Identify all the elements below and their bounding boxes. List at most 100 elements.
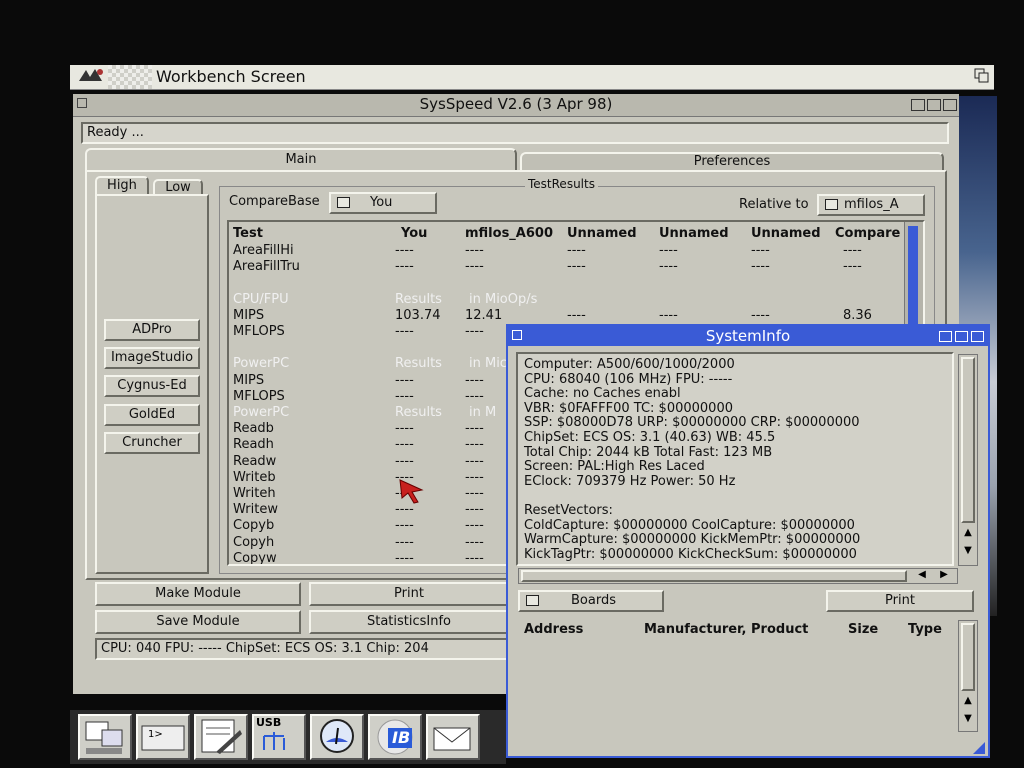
tab-preferences[interactable]: Preferences (520, 152, 944, 172)
screen-depth-gadget-icon[interactable] (974, 68, 990, 84)
resize-handle-icon[interactable] (972, 740, 986, 754)
systeminfo-zoom-icon[interactable] (939, 331, 952, 342)
table-cell-you: ---- (395, 372, 414, 388)
table-cell-c1: ---- (465, 421, 484, 437)
boards-up-arrow-icon[interactable]: ▲ (961, 695, 975, 706)
table-cell-c2: ---- (567, 243, 586, 258)
table-cell-c4: ---- (751, 259, 770, 275)
table-cell-c2: ---- (567, 259, 586, 275)
systeminfo-line (524, 489, 946, 504)
zoom-gadget-icon[interactable] (911, 99, 925, 111)
systeminfo-vscroll-knob[interactable] (961, 357, 975, 523)
imagestudio-button[interactable]: ImageStudio (104, 347, 200, 369)
table-cell-you: 103.74 (395, 307, 441, 323)
table-cell-test: Readh (233, 437, 274, 453)
golded-button[interactable]: GoldEd (104, 404, 200, 426)
table-cell-c2: ---- (567, 307, 586, 323)
workbench-icon[interactable] (78, 714, 132, 760)
table-cell-you: Results (395, 356, 442, 372)
table-row[interactable]: MIPS 103.74 12.41 ---- ---- ---- 8.36 (229, 307, 909, 324)
screen-title: Workbench Screen (156, 67, 306, 86)
systeminfo-hscrollbar[interactable]: ◀ ▶ (518, 568, 958, 584)
table-cell-c1: ---- (465, 243, 484, 258)
shell-icon[interactable]: 1> (136, 714, 190, 760)
systeminfo-print-button[interactable]: Print (826, 590, 974, 612)
status-field: Ready ... (81, 122, 949, 144)
footer-info: CPU: 040 FPU: ----- ChipSet: ECS OS: 3.1… (95, 638, 515, 660)
relative-to-cycle[interactable]: mfilos_A (817, 194, 925, 216)
tab-main[interactable]: Main (85, 148, 517, 172)
table-row[interactable] (229, 276, 909, 291)
scroll-up-arrow-icon[interactable]: ▲ (961, 527, 975, 543)
tab-main-label: Main (285, 152, 317, 167)
table-row[interactable]: AreaFillHi ---- ---- ---- ---- ---- ---- (229, 244, 909, 259)
depth-gadget-2-icon[interactable] (943, 99, 957, 111)
subtab-low-label: Low (165, 180, 191, 195)
table-cell-test: Copyb (233, 518, 275, 534)
ibrowse-icon[interactable]: IB (368, 714, 422, 760)
boards-down-arrow-icon[interactable]: ▼ (961, 713, 975, 724)
boards-vscrollbar[interactable]: ▲ ▼ (958, 620, 978, 732)
col-compare: Compare (835, 226, 901, 241)
scroll-right-arrow-icon[interactable]: ▶ (935, 569, 953, 580)
adpro-button[interactable]: ADPro (104, 319, 200, 341)
amiga-boing-icon (76, 67, 106, 85)
systeminfo-titlebar[interactable]: SystemInfo (508, 326, 988, 346)
table-cell-test: PowerPC (233, 356, 290, 372)
table-cell-c4: ---- (751, 307, 770, 323)
print-button[interactable]: Print (309, 582, 509, 606)
cruncher-button[interactable]: Cruncher (104, 432, 200, 454)
compare-base-cycle[interactable]: You (329, 192, 437, 214)
systeminfo-depth-icon[interactable] (955, 331, 968, 342)
statistics-info-button[interactable]: StatisticsInfo (309, 610, 509, 634)
table-cell-cmp: ---- (843, 243, 862, 258)
systeminfo-text-area[interactable]: Computer: A500/600/1000/2000 CPU: 68040 (… (516, 352, 954, 566)
table-row[interactable]: CPU/FPU Results in MioOp/s (229, 292, 909, 308)
systeminfo-line: Screen: PAL:High Res Laced (524, 459, 705, 475)
depth-gadget-icon[interactable] (927, 99, 941, 111)
relative-to-label: Relative to (739, 197, 809, 212)
scroll-down-arrow-icon[interactable]: ▼ (961, 545, 975, 561)
workbench-screen-titlebar[interactable]: Workbench Screen (70, 65, 994, 90)
table-cell-c1: ---- (465, 453, 484, 469)
boards-cycle[interactable]: Boards (518, 590, 664, 612)
boards-label: Boards (571, 593, 616, 608)
systeminfo-hscroll-knob[interactable] (521, 570, 907, 582)
usb-label: USB (256, 716, 282, 729)
usb-icon[interactable]: USB (252, 714, 306, 760)
table-cell-c1: in Mic (469, 356, 507, 372)
mail-icon[interactable] (426, 714, 480, 760)
table-cell-test: MIPS (233, 307, 265, 323)
table-cell-test: MFLOPS (233, 388, 285, 404)
relative-to-value: mfilos_A (844, 197, 899, 212)
table-cell-test: Writeb (233, 469, 276, 485)
subtab-high[interactable]: High (95, 176, 149, 196)
results-header: Test You mfilos_A600 Unnamed Unnamed Unn… (229, 226, 909, 242)
table-cell-you: ---- (395, 437, 414, 453)
boards-scroll-knob[interactable] (961, 623, 975, 691)
table-cell-you: ---- (395, 453, 414, 469)
systeminfo-title: SystemInfo (705, 327, 791, 345)
table-cell-test: AreaFillTru (233, 259, 300, 275)
boards-list[interactable]: Address Manufacturer, Product Size Type (518, 618, 958, 730)
table-cell-c1: ---- (465, 469, 484, 485)
sysspeed-titlebar[interactable]: SysSpeed V2.6 (3 Apr 98) (73, 94, 959, 117)
save-module-button[interactable]: Save Module (95, 610, 301, 634)
systeminfo-line: VBR: $0FAFFF00 TC: $00000000 (524, 400, 733, 416)
island-icon[interactable] (310, 714, 364, 760)
subtab-high-label: High (107, 178, 137, 193)
table-row[interactable]: AreaFillTru ---- ---- ---- ---- ---- ---- (229, 260, 909, 275)
editor-icon[interactable] (194, 714, 248, 760)
checker-pattern (108, 65, 152, 89)
table-cell-c3: ---- (659, 243, 678, 258)
table-cell-you: ---- (395, 550, 414, 566)
systeminfo-window: SystemInfo Computer: A500/600/1000/2000 C… (506, 324, 990, 758)
scroll-left-arrow-icon[interactable]: ◀ (913, 569, 931, 580)
table-cell-c1: ---- (465, 324, 484, 339)
make-module-button[interactable]: Make Module (95, 582, 301, 606)
systeminfo-depth-2-icon[interactable] (971, 331, 984, 342)
cygnus-ed-button[interactable]: Cygnus-Ed (104, 375, 200, 397)
shell-prompt: 1> (148, 729, 163, 740)
table-cell-c1: ---- (465, 388, 484, 404)
systeminfo-vscrollbar[interactable]: ▲ ▼ (958, 354, 978, 566)
